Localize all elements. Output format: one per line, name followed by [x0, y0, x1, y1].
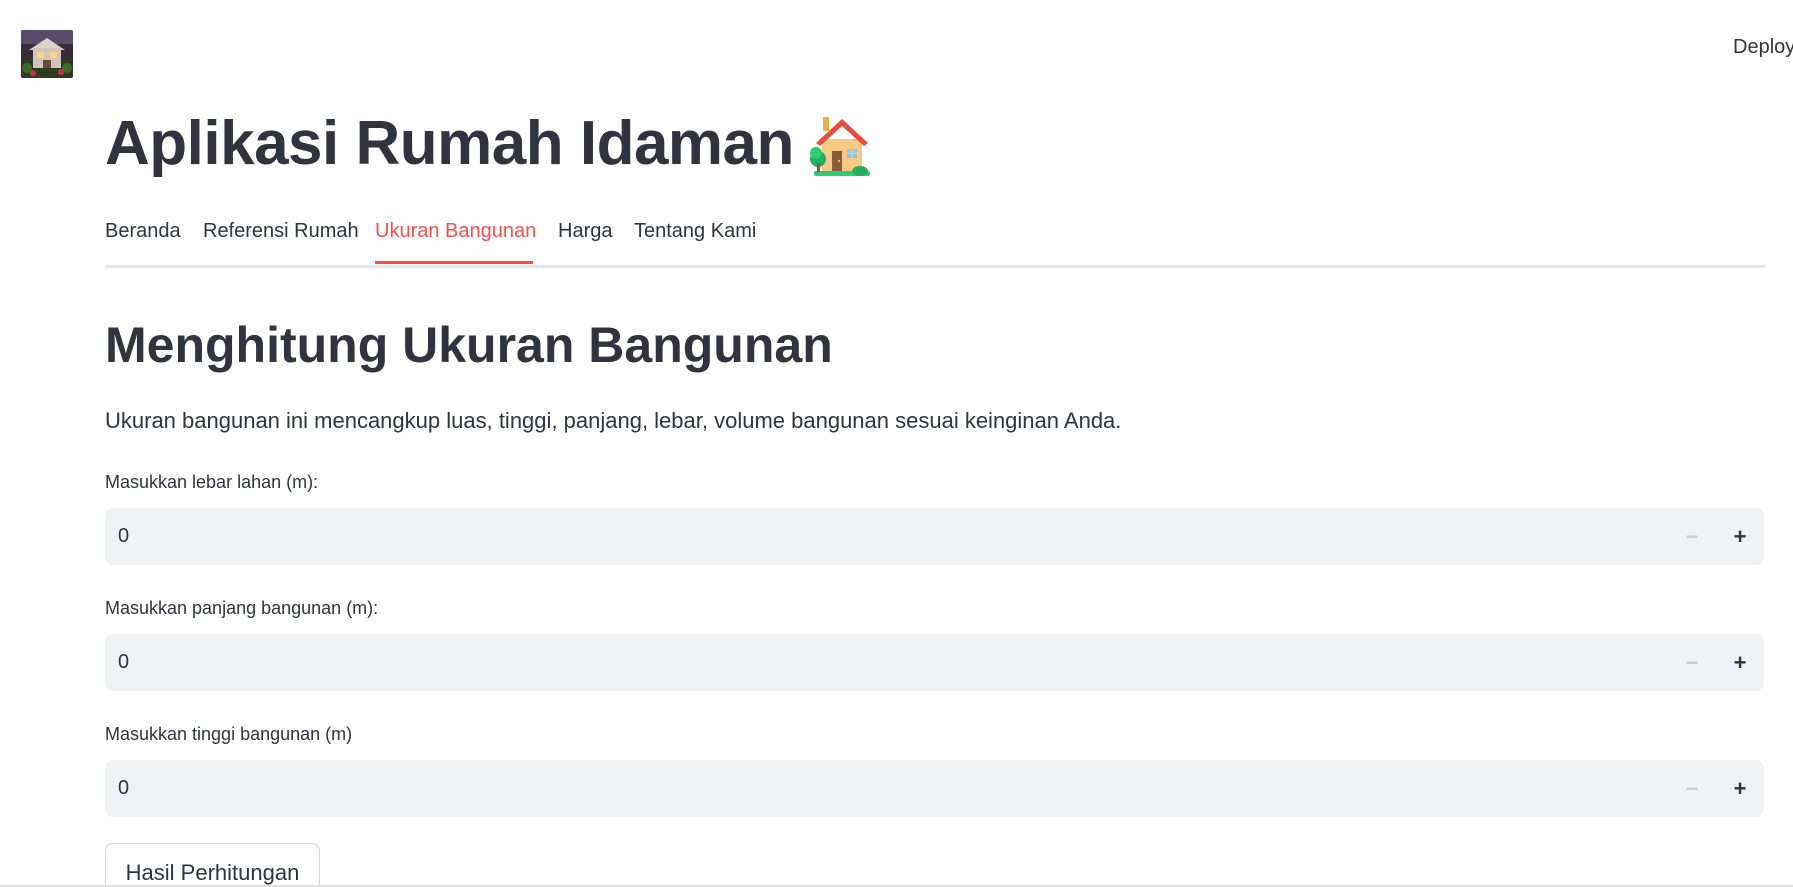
minus-icon: −: [1685, 775, 1699, 801]
plus-icon: +: [1733, 523, 1747, 549]
tab-harga[interactable]: Harga: [558, 220, 612, 265]
section-description: Ukuran bangunan ini mencangkup luas, tin…: [105, 408, 1122, 433]
title-row: Aplikasi Rumah Idaman: [105, 104, 876, 184]
decrement-button[interactable]: −: [1668, 634, 1716, 691]
hasil-perhitungan-button[interactable]: Hasil Perhitungan: [105, 843, 320, 887]
tab-beranda[interactable]: Beranda: [105, 220, 181, 265]
deploy-button[interactable]: Deploy: [1733, 36, 1793, 59]
tab-ukuran-bangunan[interactable]: Ukuran Bangunan: [375, 220, 536, 265]
active-tab-indicator: [375, 261, 533, 264]
increment-button[interactable]: +: [1716, 508, 1764, 565]
app-page: Deploy Aplikasi Rumah Idaman Beranda Ref…: [0, 0, 1793, 887]
plus-icon: +: [1733, 649, 1747, 675]
increment-button[interactable]: +: [1716, 634, 1764, 691]
increment-button[interactable]: +: [1716, 760, 1764, 817]
minus-icon: −: [1685, 523, 1699, 549]
plus-icon: +: [1733, 775, 1747, 801]
minus-icon: −: [1685, 649, 1699, 675]
page-title: Aplikasi Rumah Idaman: [105, 109, 794, 178]
field-label-panjang-bangunan: Masukkan panjang bangunan (m):: [105, 598, 379, 618]
section-heading: Menghitung Ukuran Bangunan: [105, 317, 833, 373]
tinggi-bangunan-number-input: − +: [105, 759, 1764, 818]
tinggi-bangunan-input[interactable]: [105, 759, 1668, 818]
field-label-tinggi-bangunan: Masukkan tinggi bangunan (m): [105, 724, 353, 744]
decrement-button[interactable]: −: [1668, 760, 1716, 817]
field-label-lebar-lahan: Masukkan lebar lahan (m):: [105, 472, 319, 492]
tab-tentang-kami[interactable]: Tentang Kami: [634, 220, 756, 265]
panjang-bangunan-number-input: − +: [105, 633, 1764, 692]
lebar-lahan-input[interactable]: [105, 507, 1668, 566]
app-logo[interactable]: [21, 30, 73, 78]
lebar-lahan-number-input: − +: [105, 507, 1764, 566]
tab-bar: Beranda Referensi Rumah Ukuran Bangunan …: [105, 214, 1765, 268]
decrement-button[interactable]: −: [1668, 508, 1716, 565]
panjang-bangunan-input[interactable]: [105, 633, 1668, 692]
tab-referensi-rumah[interactable]: Referensi Rumah: [203, 220, 359, 265]
house-with-garden-icon: [809, 117, 870, 176]
